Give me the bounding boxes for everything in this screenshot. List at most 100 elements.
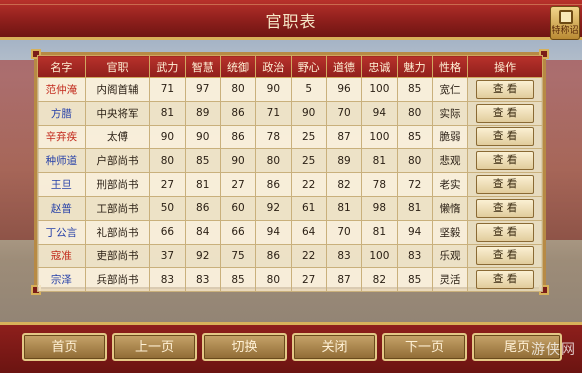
cell-personality: 实际 <box>431 100 469 126</box>
cell-wisdom: 83 <box>184 267 221 293</box>
cell-post: 礼部尚书 <box>84 219 151 245</box>
table-row: 宗泽 兵部尚书 83 83 85 80 27 87 82 85 灵活查 看 <box>37 267 543 293</box>
col-header-charisma: 魅力 <box>396 55 433 78</box>
cell-name: 寇准 <box>37 243 86 269</box>
home-page-button[interactable]: 首页 <box>22 333 107 361</box>
cell-name: 王旦 <box>37 172 86 197</box>
cell-morality: 81 <box>325 195 363 221</box>
view-details-button[interactable]: 查 看 <box>476 222 535 242</box>
cell-wisdom: 85 <box>184 148 221 174</box>
view-details-button[interactable]: 查 看 <box>476 175 535 195</box>
view-details-button[interactable]: 查 看 <box>476 127 535 147</box>
watermark: 游侠网 <box>531 342 576 358</box>
table-row: 种师道 户部尚书 80 85 90 80 25 89 81 80 悲观查 看 <box>37 148 543 174</box>
cell-charisma: 72 <box>396 172 433 197</box>
cell-politics: 92 <box>255 195 292 221</box>
cell-command: 90 <box>219 148 257 174</box>
cell-wisdom: 86 <box>184 195 221 221</box>
cell-force: 27 <box>149 172 186 197</box>
close-button[interactable]: 关闭 <box>292 333 377 361</box>
cell-charisma: 85 <box>396 77 433 102</box>
cell-ambition: 27 <box>290 267 327 293</box>
col-header-politics: 政治 <box>255 55 292 78</box>
cell-ambition: 61 <box>290 195 327 221</box>
cell-morality: 83 <box>325 243 363 269</box>
table-row: 赵普 工部尚书 50 86 60 92 61 81 98 81 懒惰查 看 <box>37 195 543 221</box>
col-header-post: 官职 <box>84 55 151 78</box>
previous-page-button[interactable]: 上一页 <box>112 333 197 361</box>
cell-force: 66 <box>149 219 186 245</box>
cell-name: 宗泽 <box>37 267 86 293</box>
cell-morality: 96 <box>325 77 363 102</box>
cell-post: 兵部尚书 <box>84 267 151 293</box>
title-bar: 官职表 特称诏 <box>0 0 582 40</box>
cell-personality: 灵活 <box>431 267 469 293</box>
cell-name: 辛弃疾 <box>37 124 86 150</box>
edict-scroll-label: 特称诏 <box>551 26 579 36</box>
cell-politics: 94 <box>255 219 292 245</box>
cell-name: 赵普 <box>37 195 86 221</box>
cell-post: 中央将军 <box>84 100 151 126</box>
edict-scroll-button[interactable]: 特称诏 <box>550 6 580 40</box>
view-details-button[interactable]: 查 看 <box>476 246 535 266</box>
cell-charisma: 85 <box>396 267 433 293</box>
next-page-button[interactable]: 下一页 <box>382 333 467 361</box>
cell-loyalty: 78 <box>361 172 398 197</box>
cell-morality: 87 <box>325 124 363 150</box>
cell-command: 86 <box>219 124 257 150</box>
cell-charisma: 80 <box>396 148 433 174</box>
cell-wisdom: 92 <box>184 243 221 269</box>
col-header-force: 武力 <box>149 55 186 78</box>
cell-wisdom: 90 <box>184 124 221 150</box>
view-details-button[interactable]: 查 看 <box>476 103 535 123</box>
view-details-button[interactable]: 查 看 <box>476 79 535 99</box>
switch-button[interactable]: 切换 <box>202 333 287 361</box>
cell-personality: 坚毅 <box>431 219 469 245</box>
view-details-button[interactable]: 查 看 <box>476 198 535 218</box>
cell-command: 86 <box>219 100 257 126</box>
officials-table-panel: 名字 官职 武力 智慧 统御 政治 野心 道德 忠诚 魅力 性格 操作 范仲淹内… <box>31 49 549 295</box>
col-header-loyalty: 忠诚 <box>361 55 398 78</box>
cell-morality: 70 <box>325 100 363 126</box>
cell-command: 66 <box>219 219 257 245</box>
cell-morality: 70 <box>325 219 363 245</box>
cell-politics: 80 <box>255 148 292 174</box>
cell-ambition: 64 <box>290 219 327 245</box>
cell-post: 吏部尚书 <box>84 243 151 269</box>
cell-post: 工部尚书 <box>84 195 151 221</box>
cell-personality: 宽仁 <box>431 77 469 102</box>
cell-command: 80 <box>219 77 257 102</box>
cell-politics: 86 <box>255 243 292 269</box>
col-header-ambition: 野心 <box>290 55 327 78</box>
table-row: 王旦 刑部尚书 27 81 27 86 22 82 78 72 老实查 看 <box>37 172 543 197</box>
bottom-navigation-bar: 首页 上一页 切换 关闭 下一页 尾页 游侠网 <box>0 322 582 373</box>
cell-wisdom: 84 <box>184 219 221 245</box>
col-header-morality: 道德 <box>325 55 363 78</box>
cell-action: 查 看 <box>467 100 543 126</box>
view-details-button[interactable]: 查 看 <box>476 270 535 290</box>
table-row: 辛弃疾 太傅 90 90 86 78 25 87 100 85 脆弱查 看 <box>37 124 543 150</box>
cell-force: 83 <box>149 267 186 293</box>
cell-name: 方腊 <box>37 100 86 126</box>
cell-loyalty: 100 <box>361 243 398 269</box>
officials-table: 名字 官职 武力 智慧 统御 政治 野心 道德 忠诚 魅力 性格 操作 范仲淹内… <box>37 55 543 293</box>
cell-loyalty: 98 <box>361 195 398 221</box>
cell-post: 刑部尚书 <box>84 172 151 197</box>
table-row: 方腊 中央将军 81 89 86 71 90 70 94 80 实际查 看 <box>37 100 543 126</box>
page-title: 官职表 <box>265 12 317 31</box>
cell-ambition: 22 <box>290 243 327 269</box>
cell-command: 27 <box>219 172 257 197</box>
cell-action: 查 看 <box>467 124 543 150</box>
cell-loyalty: 100 <box>361 124 398 150</box>
cell-personality: 乐观 <box>431 243 469 269</box>
cell-force: 90 <box>149 124 186 150</box>
table-row: 丁公言 礼部尚书 66 84 66 94 64 70 81 94 坚毅查 看 <box>37 219 543 245</box>
cell-loyalty: 82 <box>361 267 398 293</box>
cell-ambition: 22 <box>290 172 327 197</box>
cell-personality: 懒惰 <box>431 195 469 221</box>
cell-wisdom: 81 <box>184 172 221 197</box>
cell-loyalty: 81 <box>361 148 398 174</box>
view-details-button[interactable]: 查 看 <box>476 151 535 171</box>
cell-post: 内阁首辅 <box>84 77 151 102</box>
cell-personality: 脆弱 <box>431 124 469 150</box>
